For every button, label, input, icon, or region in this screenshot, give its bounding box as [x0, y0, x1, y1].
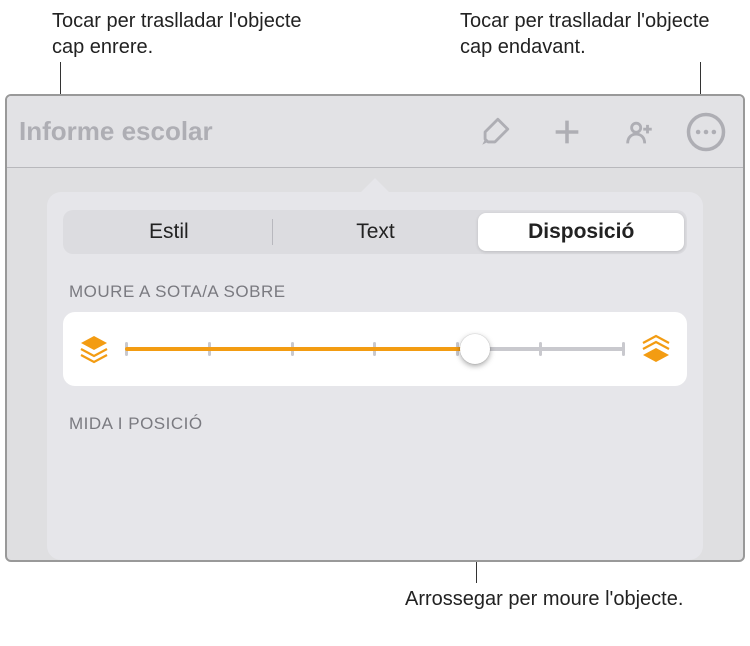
segmented-control: Estil Text Disposició — [63, 210, 687, 254]
slider-fill — [125, 347, 475, 351]
callout-forward: Tocar per traslladar l'objecte cap endav… — [460, 8, 740, 60]
callout-back: Tocar per traslladar l'objecte cap enrer… — [52, 8, 332, 60]
device-frame: Informe escolar Estil Text Disposició MO… — [5, 94, 745, 562]
tab-label: Disposició — [528, 220, 634, 244]
document-title: Informe escolar — [19, 116, 213, 147]
tab-text[interactable]: Text — [273, 213, 479, 251]
tab-style[interactable]: Estil — [66, 213, 272, 251]
section-size-pos-label: MIDA I POSICIÓ — [69, 414, 681, 434]
move-back-front-card — [63, 312, 687, 386]
tab-label: Text — [356, 220, 395, 244]
plus-icon[interactable] — [537, 106, 597, 158]
tab-layout[interactable]: Disposició — [478, 213, 684, 251]
format-popover: Estil Text Disposició MOURE A SOTA/A SOB… — [47, 192, 703, 560]
toolbar: Informe escolar — [7, 96, 743, 168]
tab-label: Estil — [149, 220, 189, 244]
popover-arrow — [357, 178, 393, 196]
slider-thumb[interactable] — [460, 334, 490, 364]
layers-back-icon[interactable] — [77, 332, 111, 366]
person-add-icon[interactable] — [609, 106, 669, 158]
callout-drag: Arrossegar per moure l'objecte. — [405, 586, 683, 612]
layers-front-icon[interactable] — [639, 332, 673, 366]
section-move-label: MOURE A SOTA/A SOBRE — [69, 282, 681, 302]
paintbrush-icon[interactable] — [465, 106, 525, 158]
ellipsis-circle-icon[interactable] — [681, 106, 731, 158]
layer-order-slider[interactable] — [125, 335, 625, 363]
